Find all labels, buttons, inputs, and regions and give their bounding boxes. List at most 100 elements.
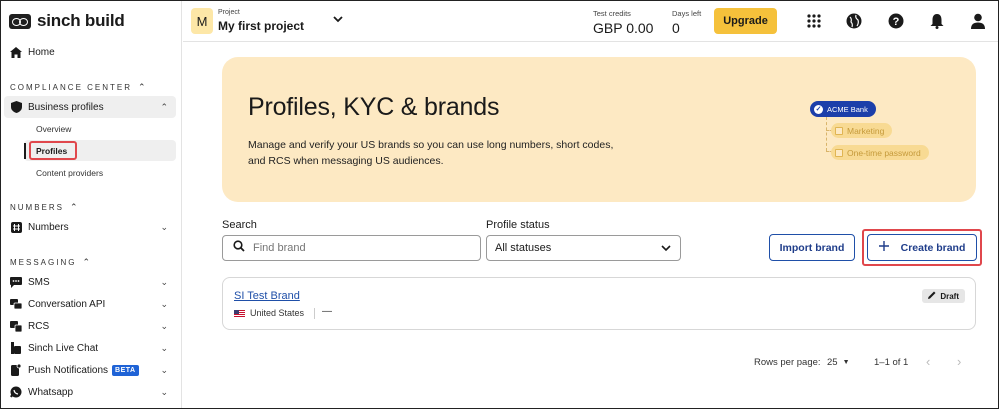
chevron-down-icon: ⌄ <box>160 276 168 287</box>
caret-down-icon: ▼ <box>842 359 850 366</box>
section-title: MESSAGING <box>10 258 77 267</box>
chevron-down-icon: ⌄ <box>160 342 168 353</box>
project-selector[interactable]: My first project <box>218 19 304 33</box>
sidebar-item-rcs[interactable]: RCS ⌄ <box>4 315 176 337</box>
user-icon[interactable] <box>969 12 987 30</box>
bell-icon[interactable] <box>928 12 946 30</box>
chevron-down-icon: ⌄ <box>160 386 168 397</box>
days-left-label: Days left <box>672 9 702 18</box>
section-messaging[interactable]: MESSAGING ⌃ <box>10 257 90 268</box>
campaign-illustration-pill: Marketing <box>831 123 893 138</box>
home-icon <box>10 46 22 58</box>
sidebar-item-label: Home <box>28 46 55 58</box>
active-item-indicator <box>24 143 26 159</box>
sidebar-item-sms[interactable]: SMS ⌄ <box>4 271 176 293</box>
push-notification-icon <box>10 364 22 376</box>
tree-connector <box>826 117 827 151</box>
sidebar-item-numbers[interactable]: Numbers ⌄ <box>4 216 176 238</box>
sidebar-item-label: RCS <box>28 320 50 332</box>
us-flag-icon <box>234 309 245 317</box>
checkbox-icon <box>835 148 843 157</box>
rows-per-page-label: Rows per page: <box>754 357 821 368</box>
sinch-logo[interactable]: sinch build <box>9 11 125 31</box>
days-left-value: 0 <box>672 20 680 36</box>
check-icon: ✓ <box>814 104 823 114</box>
checkbox-icon <box>835 126 843 135</box>
divider <box>314 308 315 319</box>
section-title: COMPLIANCE CENTER <box>10 83 133 92</box>
project-label: Project <box>218 9 240 16</box>
sidebar-item-overview[interactable]: Overview <box>36 124 71 134</box>
section-title: NUMBERS <box>10 203 65 212</box>
chevron-up-icon: ⌃ <box>138 82 146 92</box>
page-title: Profiles, KYC & brands <box>248 93 500 121</box>
status-select-value: All statuses <box>495 242 552 254</box>
top-header: M Project My first project Test credits … <box>183 0 999 42</box>
chevron-up-icon: ⌃ <box>70 202 78 212</box>
import-brand-button[interactable]: Import brand <box>769 234 855 261</box>
sidebar-item-label: Push Notifications <box>28 364 109 376</box>
hash-icon <box>10 221 22 233</box>
live-chat-icon <box>10 342 22 354</box>
create-brand-label: Create brand <box>900 241 966 254</box>
section-numbers[interactable]: NUMBERS ⌃ <box>10 202 78 213</box>
sidebar-item-home[interactable]: Home <box>4 41 176 63</box>
sidebar-item-label: Whatsapp <box>28 386 74 398</box>
plus-icon <box>878 241 889 254</box>
sidebar-item-content-providers[interactable]: Content providers <box>36 168 103 178</box>
shield-icon <box>10 101 22 113</box>
create-brand-button[interactable]: Create brand <box>867 234 977 261</box>
chevron-up-icon: ⌃ <box>160 101 168 112</box>
chat-bubbles-icon <box>10 298 22 310</box>
globe-icon[interactable] <box>845 12 863 30</box>
chevron-down-icon: ⌄ <box>160 221 168 232</box>
sidebar-item-label: SMS <box>28 276 50 288</box>
sidebar-item-label: Numbers <box>28 221 69 233</box>
whatsapp-icon <box>10 386 22 398</box>
sinch-logo-icon <box>9 13 31 29</box>
sidebar-item-whatsapp[interactable]: Whatsapp ⌄ <box>4 381 176 403</box>
credits-value: GBP 0.00 <box>593 20 654 36</box>
section-compliance-center[interactable]: COMPLIANCE CENTER ⌃ <box>10 82 146 93</box>
chevron-right-icon[interactable]: › <box>957 354 961 369</box>
campaign-illustration-pill: One-time password <box>831 145 929 160</box>
chevron-down-icon: ⌄ <box>160 298 168 309</box>
sidebar-item-label: Conversation API <box>28 298 106 310</box>
sidebar: sinch build Home COMPLIANCE CENTER ⌃ Bus… <box>0 0 182 409</box>
sidebar-item-conversation-api[interactable]: Conversation API ⌄ <box>4 293 176 315</box>
project-avatar[interactable]: M <box>191 8 213 34</box>
search-field[interactable] <box>222 235 481 261</box>
search-input[interactable] <box>253 242 453 254</box>
rows-per-page-select[interactable]: 25 ▼ <box>827 357 850 368</box>
chevron-left-icon[interactable]: ‹ <box>926 354 930 369</box>
chevron-down-icon[interactable] <box>333 15 343 26</box>
sidebar-item-business-profiles[interactable]: Business profiles ⌃ <box>4 96 176 118</box>
brand-card[interactable]: SI Test Brand United States — Draft <box>222 277 976 330</box>
page-description: Manage and verify your US brands so you … <box>248 139 614 167</box>
brand-country-label: United States <box>250 308 305 318</box>
rows-per-page-value: 25 <box>827 357 838 368</box>
brand-name-link[interactable]: SI Test Brand <box>234 290 300 302</box>
sidebar-item-label: Business profiles <box>28 101 104 113</box>
status-badge: Draft <box>922 289 965 303</box>
highlight-box <box>29 141 77 160</box>
status-badge-label: Draft <box>940 291 959 301</box>
beta-badge: BETA <box>112 364 139 376</box>
hero-banner: Profiles, KYC & brands Manage and verify… <box>222 57 976 202</box>
sidebar-item-sinch-live-chat[interactable]: Sinch Live Chat ⌄ <box>4 337 176 359</box>
chevron-down-icon: ⌄ <box>160 364 168 375</box>
pagination-range: 1–1 of 1 <box>874 357 909 368</box>
sidebar-item-label: Sinch Live Chat <box>28 342 99 354</box>
sidebar-item-push-notifications[interactable]: Push Notifications BETA ⌄ <box>4 359 176 381</box>
upgrade-button[interactable]: Upgrade <box>714 8 777 34</box>
svg-text:?: ? <box>893 16 900 28</box>
help-icon[interactable]: ? <box>887 12 905 30</box>
chevron-up-icon: ⌃ <box>82 257 90 267</box>
pencil-icon <box>928 291 936 301</box>
status-select[interactable]: All statuses <box>486 235 681 261</box>
logo-text: sinch build <box>37 11 125 30</box>
campaign-illustration-label: Marketing <box>847 125 885 136</box>
campaign-illustration-label: One-time password <box>847 147 921 158</box>
apps-grid-icon[interactable] <box>805 12 823 30</box>
sms-icon <box>10 276 22 288</box>
